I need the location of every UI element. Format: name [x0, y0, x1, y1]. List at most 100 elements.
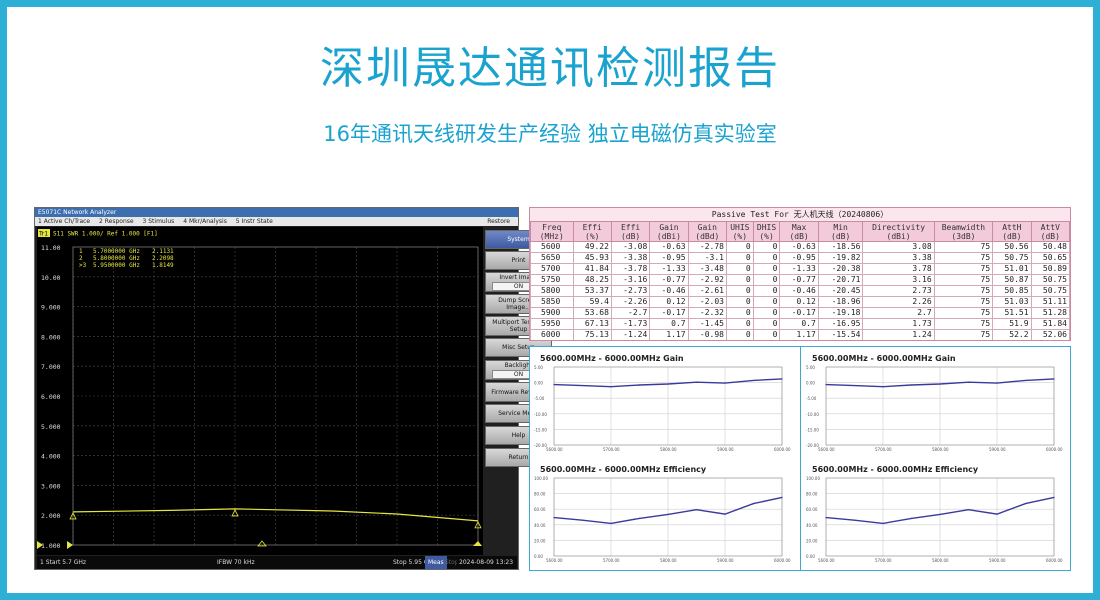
- y-tick-label: 60.00: [534, 507, 546, 512]
- header-unit: (dB): [620, 231, 641, 241]
- vna-ref-marker: [67, 541, 73, 549]
- gain-chart-right: 5600.00MHz - 6000.00MHz Gain 5.00 0.00 -5.0…: [804, 349, 1068, 457]
- vna-y-tick-label: 8.000: [41, 333, 61, 341]
- table-cell: -0.46: [649, 285, 689, 297]
- table-cell: 75: [933, 307, 994, 319]
- vna-status-bar: 1 Start 5.7 GHz IFBW 70 kHz Stop 5.95 GH…: [37, 556, 517, 569]
- data-point: [853, 384, 856, 387]
- table-cell: 0: [725, 252, 754, 264]
- data-point: [996, 513, 998, 515]
- table-header-cell: AttH (dB): [992, 221, 1032, 242]
- x-tick-label: 5800.00: [932, 447, 949, 452]
- table-cell: 0: [752, 241, 781, 253]
- table-cell: 3.38: [862, 252, 935, 264]
- vna-y-tick-label: 2.000: [41, 512, 61, 520]
- table-cell: -1.33: [649, 263, 689, 275]
- table-cell: 0: [752, 329, 781, 340]
- vna-menu-item[interactable]: 1 Active Ch/Trace: [38, 218, 90, 225]
- vna-menu-item[interactable]: 4 Mkr/Analysis: [183, 218, 227, 225]
- table-cell: 0.7: [779, 318, 819, 330]
- data-point: [882, 386, 884, 388]
- vna-start-freq: 1 Start 5.7 GHz: [40, 559, 87, 566]
- table-cell: -0.77: [779, 274, 819, 286]
- vna-marker-value: 2.2098: [152, 255, 174, 262]
- vna-restore-button[interactable]: Restore: [487, 217, 510, 226]
- line-chart: 100.00 80.00 60.00 40.00 20.00 0.005600.00 570…: [806, 476, 1063, 563]
- data-point: [752, 379, 755, 382]
- table-cell: 59.4: [572, 296, 612, 308]
- table-header-cell: Gain (dBi): [649, 221, 689, 242]
- table-header-cell: Effi (%): [572, 221, 612, 242]
- header-unit: (dB): [1040, 231, 1060, 241]
- x-tick-label: 5800.00: [660, 558, 677, 563]
- table-row: 5650 45.93 -3.38 -0.95 -3.1 0 0 -0.95 -19.82 3.38…: [530, 252, 1070, 264]
- table-cell: 51.03: [992, 296, 1032, 308]
- header-name: Effi: [620, 222, 641, 232]
- table-cell: 3.16: [862, 274, 935, 286]
- table-cell: 41.84: [572, 263, 612, 275]
- table-cell: 50.65: [1030, 252, 1070, 264]
- page-subtitle: 16年通讯天线研发生产经验 独立电磁仿真实验室: [323, 122, 777, 146]
- table-cell: 53.68: [572, 307, 612, 319]
- vna-y-tick-label: 7.000: [41, 363, 61, 371]
- y-tick-label: -15.00: [534, 427, 547, 432]
- y-tick-label: 5.00: [534, 365, 543, 370]
- table-header-cell: Gain (dBd): [687, 221, 727, 242]
- y-tick-label: 0.00: [806, 381, 815, 386]
- x-tick-label: 6000.00: [1046, 558, 1063, 563]
- table-header-cell: Freq (MHz): [530, 221, 574, 242]
- vna-menu-item[interactable]: 3 Stimulus: [143, 218, 175, 225]
- table-cell: -2.73: [610, 285, 651, 297]
- table-cell: 0: [725, 318, 754, 330]
- table-cell: -0.63: [649, 241, 689, 253]
- table-cell: -2.26: [610, 296, 651, 308]
- header-unit: (dBi): [656, 231, 681, 241]
- data-point: [996, 382, 998, 384]
- table-cell: 0: [752, 296, 781, 308]
- data-point: [581, 384, 584, 387]
- table-cell: 52.06: [1030, 329, 1070, 340]
- vna-marker-id: >3: [79, 262, 87, 269]
- table-cell: -19.82: [817, 252, 864, 264]
- y-tick-label: 80.00: [534, 492, 546, 497]
- table-cell: -15.54: [817, 329, 864, 340]
- table-cell: -2.92: [687, 274, 727, 286]
- x-tick-label: 5600.00: [546, 447, 563, 452]
- table-cell: 5800: [530, 285, 574, 297]
- table-cell: -3.78: [610, 263, 651, 275]
- table-cell: 50.75: [992, 252, 1032, 264]
- vna-y-tick-label: 10.00: [41, 274, 61, 282]
- table-cell: 0: [725, 263, 754, 275]
- header-name: Beamwidth: [941, 222, 986, 232]
- y-tick-label: 40.00: [806, 523, 818, 528]
- network-analyzer-screen: E5071C Network Analyzer 1 Active Ch/Trac…: [34, 207, 552, 570]
- vna-menu-item[interactable]: 5 Instr State: [236, 218, 273, 225]
- table-cell: 67.13: [572, 318, 612, 330]
- x-tick-label: 6000.00: [774, 558, 791, 563]
- table-cell: 1.17: [779, 329, 819, 340]
- data-point: [853, 519, 856, 521]
- header-name: Gain: [659, 222, 679, 232]
- line-chart: 100.00 80.00 60.00 40.00 20.00 0.005600.00 570…: [534, 476, 791, 563]
- table-cell: -18.96: [817, 296, 864, 308]
- table-cell: 1.24: [862, 329, 935, 340]
- vna-y-tick-label: 11.00: [41, 244, 61, 252]
- table-cell: -18.56: [817, 241, 864, 253]
- vna-y-tick-label: 6.000: [41, 393, 61, 401]
- table-header-cell: Min (dB): [817, 221, 864, 242]
- x-tick-label: 5700.00: [875, 558, 892, 563]
- table-cell: -20.71: [817, 274, 864, 286]
- passive-table-title: Passive Test For 无人机天线（20240806）: [711, 210, 889, 219]
- data-point: [882, 522, 884, 524]
- line-chart: 5.000.00-5.00-10.00-15.00-20.005600.00 57…: [806, 365, 1063, 452]
- data-point: [910, 517, 913, 519]
- passive-test-table: Passive Test For 无人机天线（20240806） Freq (MH…: [529, 207, 1071, 341]
- vna-window-title: E5071C Network Analyzer: [35, 208, 518, 217]
- table-cell: 75: [933, 329, 994, 340]
- table-cell: 0.12: [779, 296, 819, 308]
- table-cell: -2.32: [687, 307, 727, 319]
- data-point: [825, 517, 827, 519]
- table-cell: 0: [752, 307, 781, 319]
- vna-menu-item[interactable]: 2 Response: [99, 218, 134, 225]
- table-header-cell: Effi (dB): [610, 221, 651, 242]
